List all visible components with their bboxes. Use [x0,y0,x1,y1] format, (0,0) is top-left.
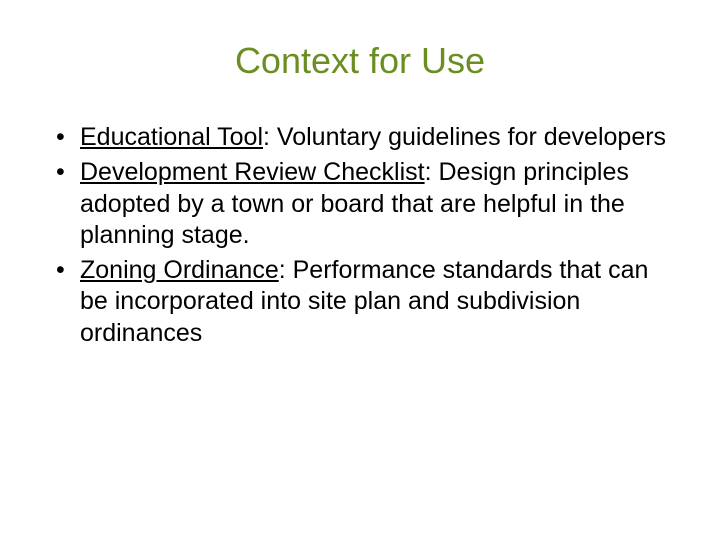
list-item: Development Review Checklist: Design pri… [52,157,670,251]
bullet-term: Development Review Checklist [80,158,425,186]
bullet-term: Educational Tool [80,123,263,151]
list-item: Educational Tool: Voluntary guidelines f… [52,122,670,153]
slide-title: Context for Use [50,40,670,82]
bullet-term: Zoning Ordinance [80,256,279,284]
list-item: Zoning Ordinance: Performance standards … [52,255,670,349]
bullet-list: Educational Tool: Voluntary guidelines f… [50,122,670,349]
bullet-desc: : Voluntary guidelines for developers [263,123,666,151]
slide: Context for Use Educational Tool: Volunt… [0,0,720,540]
